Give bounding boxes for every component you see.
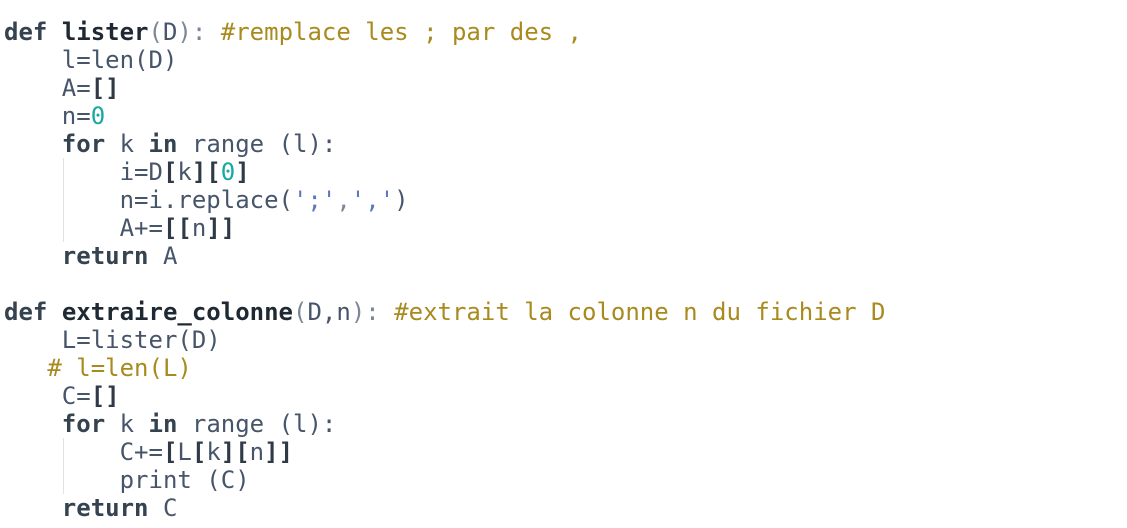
string-literal: ',' [350,186,395,214]
index-var: n [249,438,265,466]
brackets: [] [90,382,120,410]
keyword-in: in [148,410,178,438]
keyword-in: in [148,130,178,158]
bracket: ][ [191,158,221,186]
string-literal: ';' [292,186,337,214]
code-line[interactable]: for k in range (l): [4,130,337,158]
code-line[interactable]: l=len(D) [4,46,178,74]
statement: A= [61,74,91,102]
bracket: [ [191,438,207,466]
comment: # l=len(L) [47,354,192,382]
parameters: D,n [307,298,351,326]
keyword-return: return [61,242,149,270]
code-line[interactable]: i=D[k][0] [4,158,250,186]
code-line[interactable]: n=i.replace(';',',') [4,186,409,214]
bracket: ] [235,158,250,186]
statement: print (C) [119,466,250,494]
statement: C= [61,382,91,410]
paren: ): [177,18,207,46]
keyword-def: def [4,18,48,46]
keyword-def: def [4,298,48,326]
return-value: A [148,242,178,270]
return-value: C [148,494,178,522]
brackets: [] [90,74,120,102]
paren: ( [148,18,163,46]
bracket: ]] [206,214,236,242]
paren: ) [394,186,409,214]
statement: n= [61,102,91,130]
comma: , [336,186,351,214]
code-line[interactable]: n=0 [4,102,105,130]
comment: #remplace les ; par des , [206,18,583,46]
function-name: extraire_colonne [61,298,293,326]
code-line[interactable]: C=[] [4,382,120,410]
code-line[interactable]: for k in range (l): [4,410,337,438]
loop-var: k [105,130,149,158]
bracket: [ [162,158,178,186]
bracket: ]] [264,438,294,466]
number-literal: 0 [220,158,236,186]
bracket: [[ [162,214,192,242]
number-literal: 0 [90,102,106,130]
keyword-return: return [61,494,149,522]
statement: C+= [119,438,163,466]
loop-range: range (l): [177,130,337,158]
function-name: lister [61,18,149,46]
code-line[interactable]: def extraire_colonne(D,n): #extrait la c… [4,298,885,326]
code-line[interactable]: A+=[[n]] [4,214,236,242]
keyword-for: for [61,410,106,438]
bracket: [ [162,438,178,466]
code-line[interactable]: def lister(D): #remplace les ; par des , [4,18,582,46]
statement: n=i.replace( [119,186,293,214]
code-line[interactable]: C+=[L[k][n]] [4,438,293,466]
code-line[interactable]: return C [4,494,178,522]
index-var: k [206,438,221,466]
variable: n [191,214,207,242]
statement: l=len(D) [61,46,178,74]
paren: ( [293,298,308,326]
code-editor[interactable]: def lister(D): #remplace les ; par des ,… [0,0,1127,528]
code-line[interactable]: L=lister(D) [4,326,221,354]
parameter: D [162,18,178,46]
keyword-for: for [61,130,106,158]
statement: L=lister(D) [61,326,221,354]
code-line[interactable]: A=[] [4,74,120,102]
index-var: k [177,158,192,186]
loop-var: k [105,410,149,438]
statement: A+= [119,214,163,242]
statement: i=D [119,158,163,186]
code-line[interactable]: print (C) [4,466,250,494]
variable: L [177,438,192,466]
code-line[interactable]: return A [4,242,178,270]
paren: ): [350,298,380,326]
loop-range: range (l): [177,410,337,438]
bracket: ][ [220,438,250,466]
code-line[interactable]: # l=len(L) [4,354,192,382]
comment: #extrait la colonne n du fichier D [379,298,886,326]
